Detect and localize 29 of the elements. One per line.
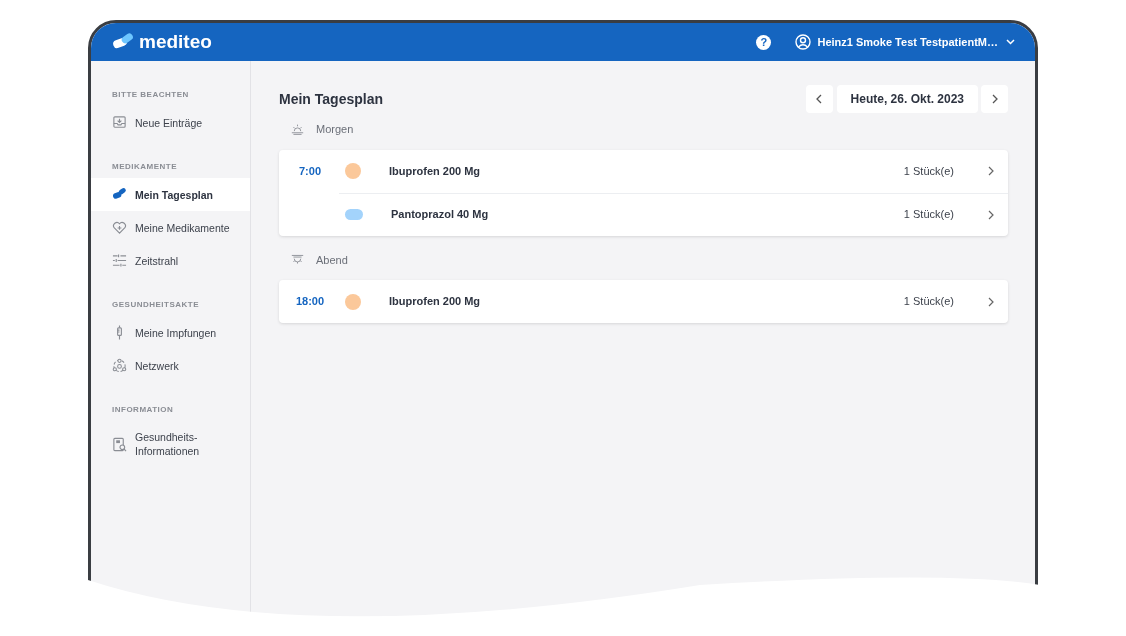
user-menu[interactable]: Heinz1 Smoke Test TestpatientM… [817, 33, 998, 51]
dose-time: 18:00 [295, 294, 325, 310]
period-label: Morgen [316, 122, 354, 137]
dose-amount: 1 Stück(e) [903, 207, 954, 223]
period-label: Abend [316, 252, 348, 268]
medication-row[interactable]: 18:00 Ibuprofen 200 Mg 1 Stück(e) [279, 280, 1008, 323]
dose-amount: 1 Stück(e) [903, 163, 954, 179]
logo-text: mediteo [139, 29, 212, 54]
date-selector[interactable]: Heute, 26. Okt. 2023 [836, 85, 978, 113]
page-title: Mein Tagesplan [279, 90, 383, 109]
medication-row[interactable]: 7:00 Ibuprofen 200 Mg 1 Stück(e) [279, 149, 1008, 193]
sidebar-item[interactable]: Gesundheits- Informationen [91, 421, 250, 467]
sidebar-item[interactable]: Mein Tagesplan [91, 178, 250, 211]
sidebar-item[interactable]: Neue Einträge [91, 106, 250, 139]
sidebar-item[interactable]: Meine Impfungen [91, 316, 250, 349]
sidebar-item[interactable]: Zeitstrahl [91, 244, 250, 277]
medication-name: Pantoprazol 40 Mg [391, 207, 490, 223]
dose-amount: 1 Stück(e) [903, 294, 954, 310]
sidebar-item[interactable]: Netzwerk [91, 349, 250, 382]
medication-name: Ibuprofen 200 Mg [389, 294, 482, 310]
sidebar-item[interactable]: Meine Medikamente [91, 211, 250, 244]
section-heading: BITTE BEACHTEN [111, 89, 190, 101]
section-heading: MEDIKAMENTE [111, 161, 179, 173]
dose-time: 7:00 [299, 163, 321, 179]
section-heading: GESUNDHEITSAKTE [111, 299, 201, 311]
medication-name: Ibuprofen 200 Mg [389, 163, 482, 179]
medication-row[interactable]: Pantoprazol 40 Mg 1 Stück(e) [339, 192, 1008, 236]
section-heading: INFORMATION [111, 404, 175, 416]
help-button[interactable]: ? [756, 34, 772, 50]
